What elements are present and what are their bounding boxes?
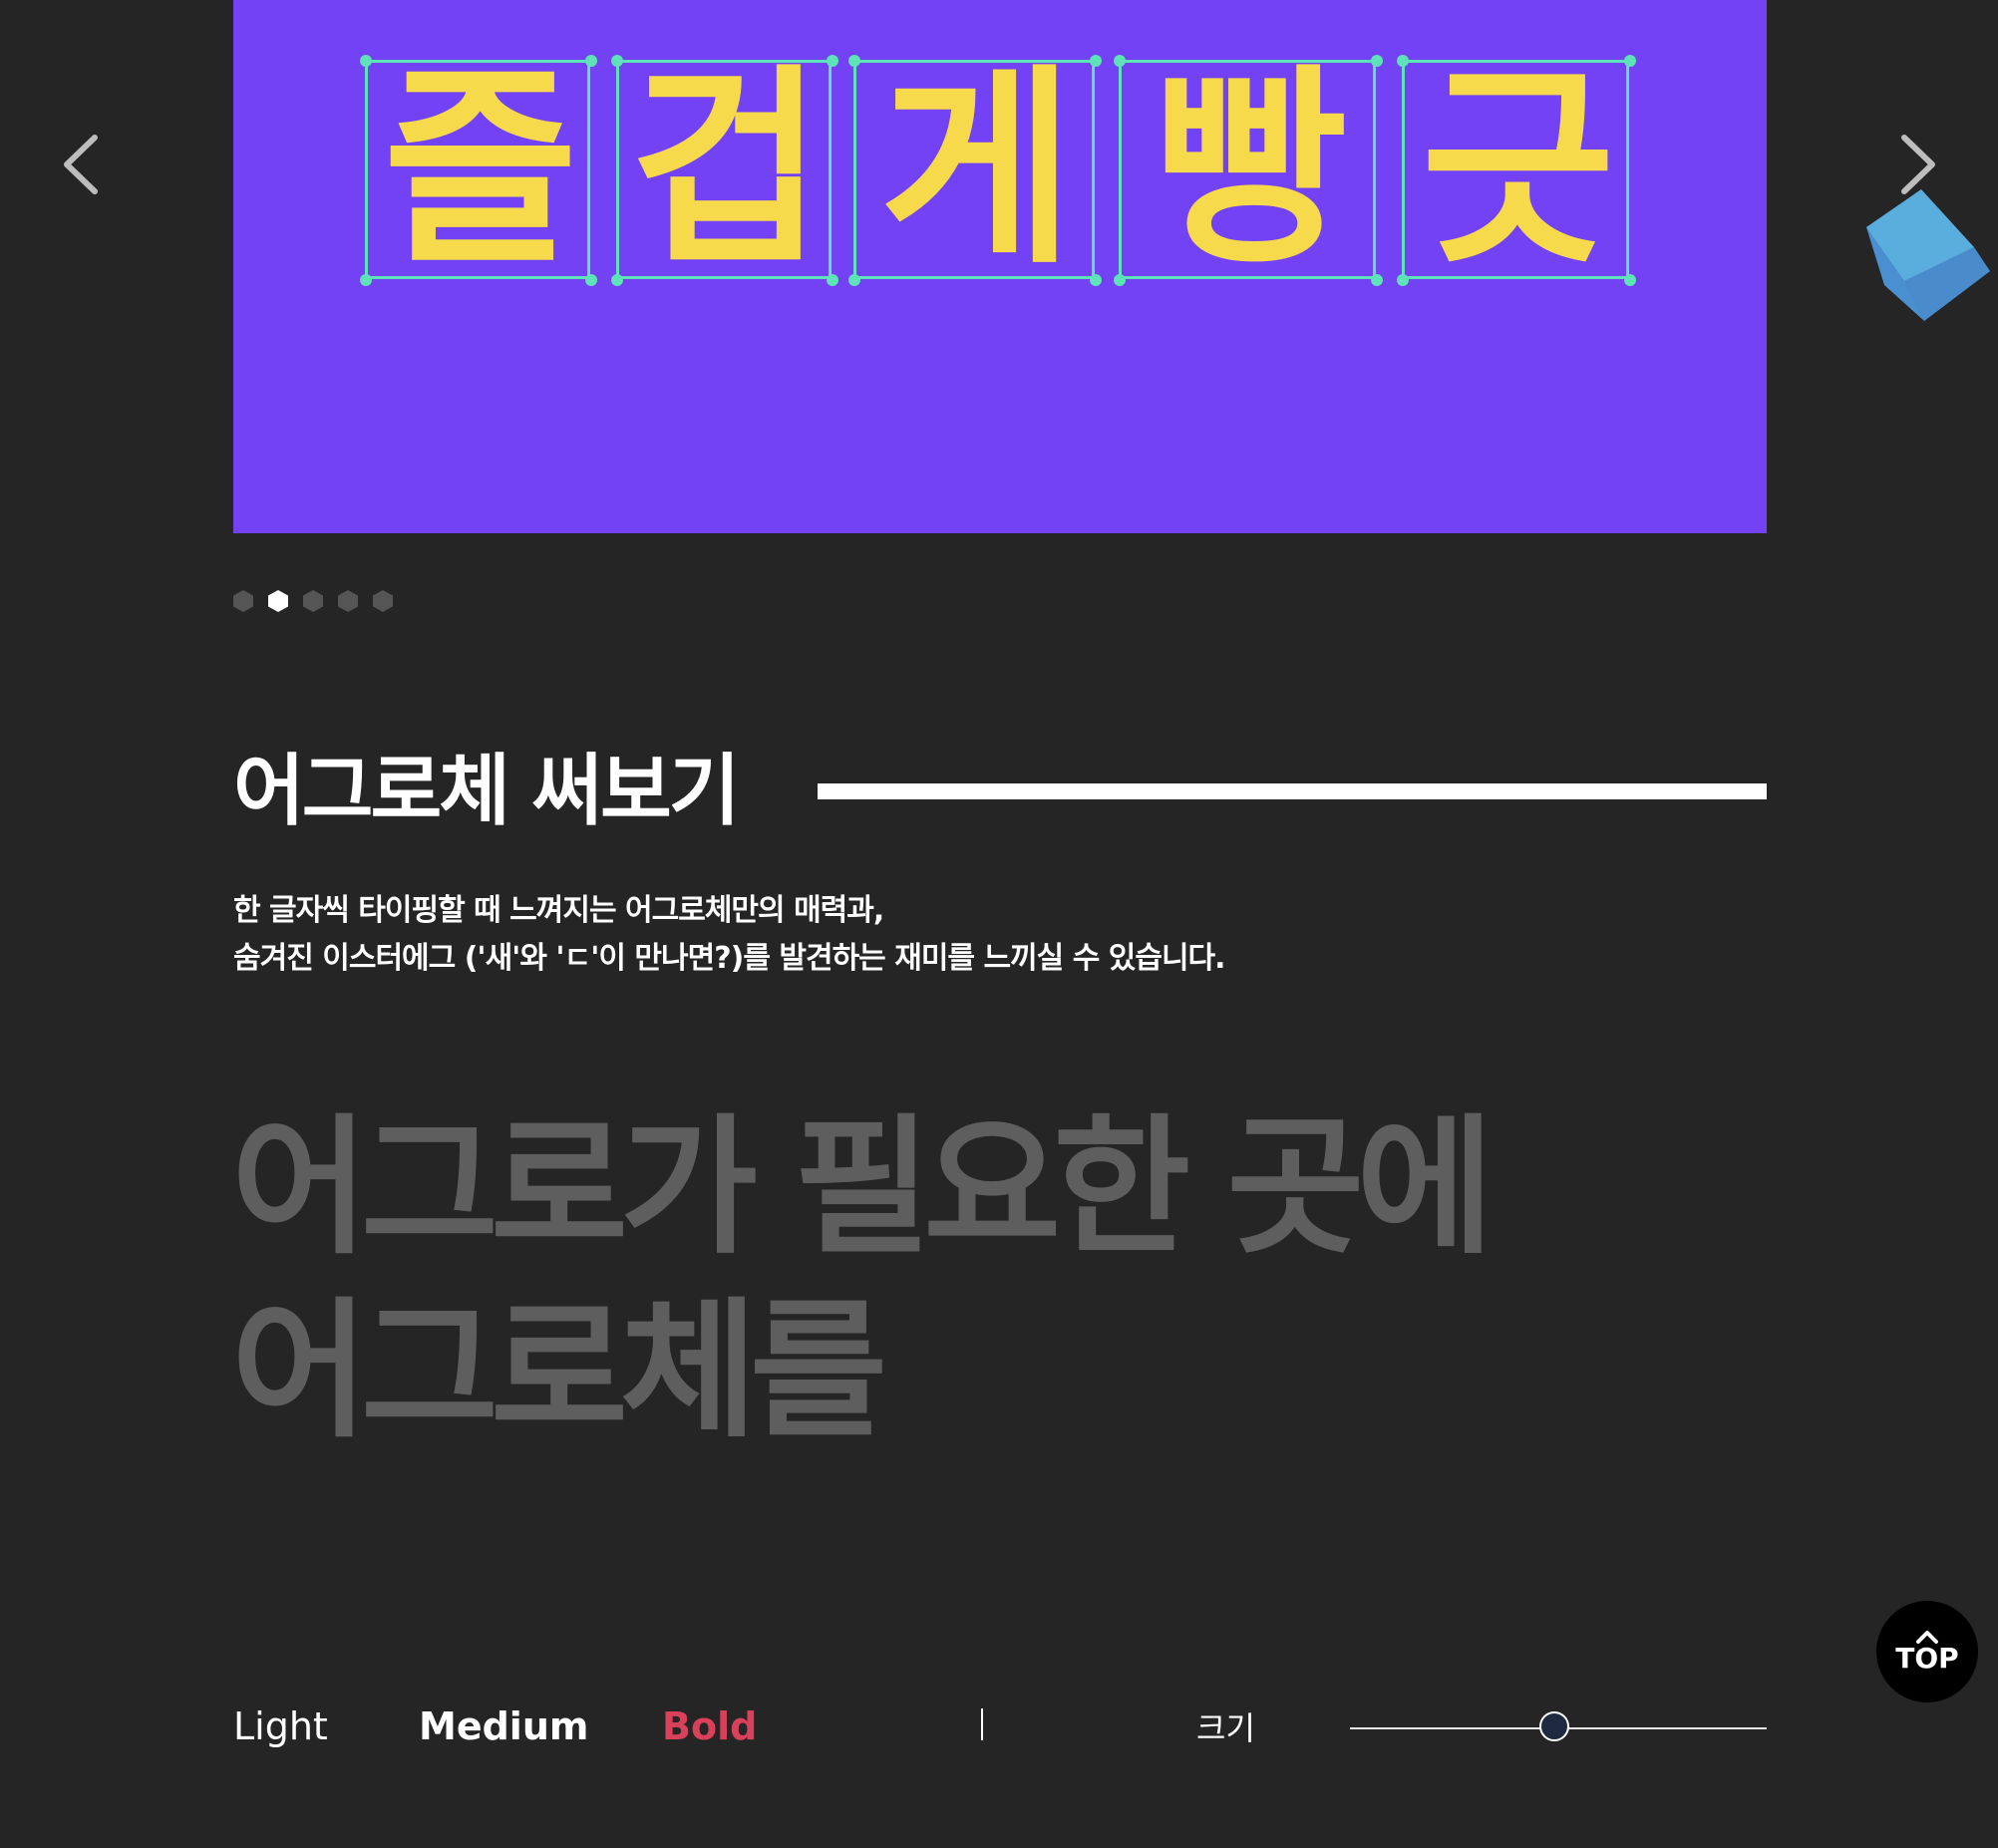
guide-handle <box>848 274 860 286</box>
carousel-prev-button[interactable] <box>55 130 115 199</box>
preview-line: 어그로체를 <box>231 1285 887 1458</box>
guide-handle <box>1397 274 1409 286</box>
glyph: 겁 <box>629 46 824 292</box>
control-divider <box>981 1708 983 1740</box>
guide-handle <box>1114 55 1126 67</box>
weight-medium-button[interactable]: Medium <box>419 1696 588 1756</box>
glyph: 게 <box>879 46 1074 292</box>
guide-handle <box>360 55 372 67</box>
guide-handle <box>827 274 838 286</box>
pagination-dot[interactable] <box>373 590 393 612</box>
font-preview-textarea[interactable]: 어그로가 필요한 곳에 어그로체를 <box>231 1096 1494 1463</box>
size-label: 크기 <box>1196 1709 1255 1747</box>
description-line: 숨겨진 이스터에그 ('새'와 'ㄷ'이 만나면?)를 발견하는 재미를 느끼실… <box>233 941 1226 976</box>
guide-handle <box>1624 55 1636 67</box>
guide-handle <box>1397 55 1409 67</box>
section-title: 어그로체 써보기 <box>233 747 740 836</box>
pagination-dot-active[interactable] <box>268 590 288 612</box>
glyph-box: 겁 <box>616 60 832 279</box>
chevron-left-icon <box>64 135 98 194</box>
weight-bold-button[interactable]: Bold <box>662 1696 757 1756</box>
guide-handle <box>611 55 623 67</box>
pagination-dot[interactable] <box>303 590 323 612</box>
guide-handle <box>848 55 860 67</box>
guide-handle <box>827 55 838 67</box>
glyph-box: 빵 <box>1119 60 1376 279</box>
font-controls: Light Medium Bold 크기 <box>233 1696 1767 1756</box>
guide-handle <box>1114 274 1126 286</box>
guide-handle <box>611 274 623 286</box>
title-divider <box>818 783 1767 799</box>
guide-handle <box>585 55 597 67</box>
glyph: 즐 <box>383 46 577 292</box>
back-to-top-button[interactable]: TOP <box>1876 1601 1978 1702</box>
glyph-box: 즐 <box>365 60 590 279</box>
pagination-dot[interactable] <box>338 590 358 612</box>
glyph-box: 게 <box>853 60 1095 279</box>
guide-handle <box>1090 274 1102 286</box>
guide-handle <box>1090 55 1102 67</box>
cube-icon <box>1864 189 1994 324</box>
back-to-top-label: TOP <box>1895 1642 1959 1675</box>
guide-handle <box>1624 274 1636 286</box>
guide-handle <box>585 274 597 286</box>
section-description: 한 글자씩 타이핑할 때 느껴지는 어그로체만의 매력과, 숨겨진 이스터에그 … <box>233 887 1226 983</box>
carousel-pagination <box>233 590 393 612</box>
glyph: 긋 <box>1421 46 1615 292</box>
description-line: 한 글자씩 타이핑할 때 느껴지는 어그로체만의 매력과, <box>233 893 884 928</box>
glyph: 빵 <box>1153 46 1347 292</box>
guide-handle <box>1371 55 1383 67</box>
size-slider-thumb[interactable] <box>1538 1711 1569 1741</box>
carousel-slide: 즐 겁 게 빵 긋 <box>233 0 1767 533</box>
weight-light-button[interactable]: Light <box>233 1696 328 1756</box>
pagination-dot[interactable] <box>233 590 253 612</box>
preview-line: 어그로가 필요한 곳에 <box>231 1101 1494 1275</box>
guide-handle <box>1371 274 1383 286</box>
guide-handle <box>360 274 372 286</box>
glyph-box: 긋 <box>1402 60 1629 279</box>
